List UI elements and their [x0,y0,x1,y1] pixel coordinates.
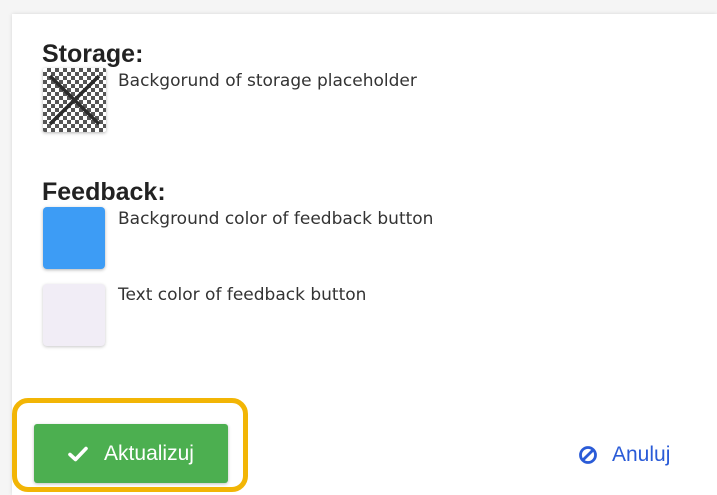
update-button[interactable]: Aktualizuj [34,424,228,483]
cancel-button-label: Anuluj [612,443,671,466]
checkmark-icon [68,446,88,461]
storage-placeholder-swatch[interactable] [43,68,106,132]
storage-section-title: Storage: [42,40,144,68]
feedback-text-color-label: Text color of feedback button [118,285,367,305]
ban-icon [579,446,597,464]
feedback-bg-color-label: Background color of feedback button [118,209,434,229]
feedback-bg-color-swatch[interactable] [43,207,105,269]
feedback-text-color-swatch[interactable] [43,284,105,346]
update-button-label: Aktualizuj [104,441,194,465]
storage-placeholder-label: Backgorund of storage placeholder [118,71,417,91]
cancel-button[interactable]: Anuluj [578,438,670,472]
x-mark-icon [48,74,101,126]
feedback-section-title: Feedback: [42,178,166,206]
